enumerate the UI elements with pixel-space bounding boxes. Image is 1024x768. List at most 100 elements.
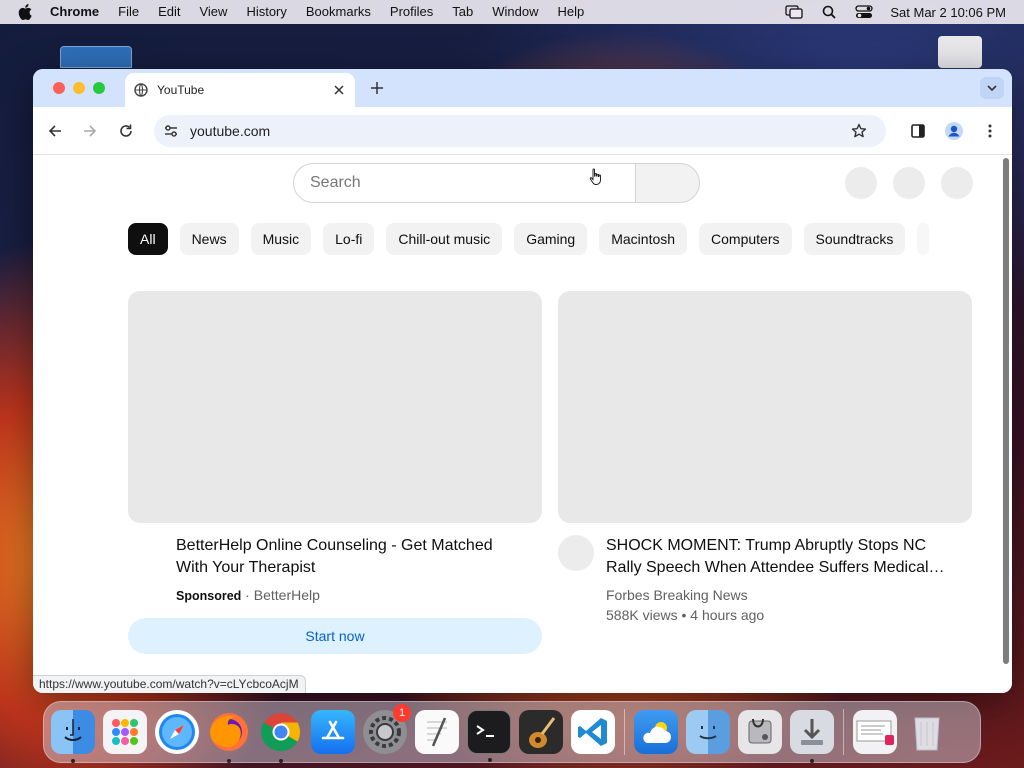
- menu-bar-extras: Sat Mar 2 10:06 PM: [785, 0, 1024, 24]
- downloads-icon[interactable]: [790, 710, 834, 763]
- system-settings-icon[interactable]: 1: [363, 704, 411, 754]
- video-meta: BetterHelp Online Counseling - Get Match…: [128, 535, 542, 606]
- chip-news[interactable]: News: [179, 223, 239, 255]
- chrome-icon[interactable]: [259, 710, 303, 763]
- tab-title: YouTube: [157, 83, 205, 97]
- channel-name[interactable]: Forbes Breaking News: [606, 585, 972, 605]
- tab-youtube[interactable]: YouTube: [125, 73, 355, 107]
- video-channel-line: Sponsored · BetterHelp: [176, 585, 542, 606]
- back-button[interactable]: [43, 119, 67, 143]
- menu-bar-clock[interactable]: Sat Mar 2 10:06 PM: [890, 5, 1006, 20]
- globe-icon: [133, 82, 149, 98]
- tab-search-button[interactable]: [980, 77, 1004, 99]
- chip-soundtracks[interactable]: Soundtracks: [803, 223, 906, 255]
- vscode-icon[interactable]: [571, 710, 615, 754]
- app-store-icon[interactable]: [311, 710, 355, 754]
- notification-badge: 1: [393, 704, 411, 722]
- dock-separator: [624, 709, 625, 755]
- browser-toolbar: youtube.com: [33, 107, 1012, 155]
- menu-bar: Chrome File Edit View History Bookmarks …: [0, 0, 1024, 24]
- desktop-document-icon[interactable]: [938, 36, 982, 68]
- chip-chill-out-music[interactable]: Chill-out music: [386, 223, 503, 255]
- tab-close-icon[interactable]: [329, 80, 349, 100]
- garageband-icon[interactable]: [519, 710, 563, 754]
- terminal-icon[interactable]: [467, 710, 511, 762]
- url-text[interactable]: youtube.com: [190, 123, 848, 139]
- menu-edit[interactable]: Edit: [158, 0, 180, 24]
- video-card-sponsored[interactable]: BetterHelp Online Counseling - Get Match…: [128, 291, 542, 654]
- menu-view[interactable]: View: [199, 0, 227, 24]
- youtube-page: All News Music Lo-fi Chill-out music Gam…: [33, 156, 1012, 693]
- chip-computers[interactable]: Computers: [699, 223, 792, 255]
- chip-gaming[interactable]: Gaming: [514, 223, 588, 255]
- chrome-menu-icon[interactable]: [978, 119, 1002, 143]
- side-panel-icon[interactable]: [906, 119, 930, 143]
- window-close-button[interactable]: [53, 82, 65, 94]
- firefox-icon[interactable]: [207, 710, 251, 763]
- channel-name[interactable]: BetterHelp: [254, 587, 320, 603]
- spotlight-search-icon[interactable]: [820, 4, 838, 20]
- bookmark-star-icon[interactable]: [848, 120, 870, 142]
- link-status-bubble: https://www.youtube.com/watch?v=cLYcbcoA…: [33, 675, 306, 693]
- desktop-folder-icon[interactable]: [60, 46, 132, 68]
- video-thumbnail[interactable]: [128, 291, 542, 523]
- new-tab-button[interactable]: [367, 78, 387, 98]
- notifications-button-placeholder[interactable]: [893, 167, 925, 199]
- menu-window[interactable]: Window: [492, 0, 538, 24]
- chip-music[interactable]: Music: [250, 223, 312, 255]
- chip-all[interactable]: All: [128, 223, 168, 255]
- youtube-search-input[interactable]: [310, 174, 590, 192]
- reload-button[interactable]: [114, 119, 138, 143]
- menu-bookmarks[interactable]: Bookmarks: [306, 0, 371, 24]
- window-fullscreen-button[interactable]: [93, 82, 105, 94]
- running-indicator: [279, 759, 283, 763]
- youtube-search-button[interactable]: [635, 163, 700, 203]
- profile-avatar-icon[interactable]: [942, 119, 966, 143]
- youtube-search-box[interactable]: [293, 163, 636, 203]
- menu-profiles[interactable]: Profiles: [390, 0, 433, 24]
- video-title[interactable]: SHOCK MOMENT: Trump Abruptly Stops NC Ra…: [606, 535, 956, 579]
- preview-icon[interactable]: [853, 710, 897, 754]
- dock-separator: [843, 709, 844, 755]
- apple-menu-icon[interactable]: [18, 3, 36, 21]
- migration-assistant-icon[interactable]: [686, 710, 730, 754]
- running-indicator: [810, 759, 814, 763]
- safari-icon[interactable]: [155, 710, 199, 754]
- dock: 1: [43, 701, 981, 763]
- textedit-icon[interactable]: [415, 710, 459, 754]
- chip-lofi[interactable]: Lo-fi: [323, 223, 375, 255]
- sponsored-label: Sponsored: [176, 589, 242, 603]
- chip-overflow: [917, 223, 930, 255]
- create-button-placeholder[interactable]: [845, 167, 877, 199]
- menu-file[interactable]: File: [118, 0, 139, 24]
- window-minimize-button[interactable]: [73, 82, 85, 94]
- menu-help[interactable]: Help: [558, 0, 585, 24]
- video-meta: SHOCK MOMENT: Trump Abruptly Stops NC Ra…: [558, 535, 972, 625]
- chip-macintosh[interactable]: Macintosh: [599, 223, 688, 255]
- site-info-icon[interactable]: [161, 121, 181, 141]
- channel-avatar[interactable]: [558, 535, 594, 571]
- launchpad-icon[interactable]: [103, 710, 147, 754]
- trash-icon[interactable]: [905, 710, 949, 754]
- account-avatar-placeholder[interactable]: [941, 167, 973, 199]
- filter-chips: All News Music Lo-fi Chill-out music Gam…: [128, 223, 941, 255]
- page-scrollbar[interactable]: [1003, 158, 1009, 664]
- menu-history[interactable]: History: [246, 0, 286, 24]
- video-title[interactable]: BetterHelp Online Counseling - Get Match…: [176, 535, 526, 579]
- app-menu-chrome[interactable]: Chrome: [50, 0, 99, 24]
- control-center-icon[interactable]: [855, 4, 874, 20]
- menu-tab[interactable]: Tab: [452, 0, 473, 24]
- video-thumbnail[interactable]: [558, 291, 972, 523]
- forward-button[interactable]: [78, 119, 102, 143]
- tab-strip: YouTube: [33, 69, 1012, 107]
- disk-utility-icon[interactable]: [738, 710, 782, 754]
- video-stats: 588K views • 4 hours ago: [606, 607, 765, 623]
- finder-icon[interactable]: [51, 710, 95, 763]
- separator-dot: ·: [241, 587, 254, 603]
- screen-mirroring-icon[interactable]: [785, 4, 804, 20]
- start-now-button[interactable]: Start now: [128, 618, 542, 654]
- weather-icon[interactable]: [634, 710, 678, 754]
- video-card[interactable]: SHOCK MOMENT: Trump Abruptly Stops NC Ra…: [558, 291, 972, 625]
- running-indicator: [488, 758, 492, 762]
- address-bar[interactable]: youtube.com: [154, 115, 886, 147]
